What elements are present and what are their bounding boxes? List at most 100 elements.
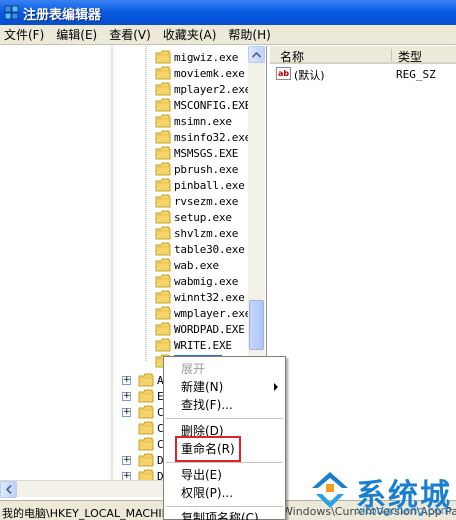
- tree-item[interactable]: moviemk.exe: [155, 65, 245, 81]
- tree-item-label: pinball.exe: [174, 178, 245, 192]
- tree-item[interactable]: pinball.exe: [155, 177, 245, 193]
- scroll-up-button[interactable]: [248, 46, 265, 63]
- rename-highlight-box: [175, 436, 241, 462]
- tree-item-label: mplayer2.exe: [174, 82, 252, 96]
- folder-icon: [155, 274, 171, 288]
- chevron-up-icon: [252, 51, 261, 58]
- folder-icon: [155, 210, 171, 224]
- title-bar: 注册表编辑器: [0, 0, 456, 25]
- tree-item-label: WRITE.EXE: [174, 338, 232, 352]
- menu-help[interactable]: 帮助(H): [222, 26, 276, 43]
- tree-item[interactable]: D: [138, 452, 164, 468]
- tree-item[interactable]: wab.exe: [155, 257, 219, 273]
- submenu-arrow-icon: [274, 383, 278, 391]
- folder-icon: [155, 194, 171, 208]
- tree-item[interactable]: wabmig.exe: [155, 273, 238, 289]
- tree-item[interactable]: msinfo32.exe: [155, 129, 251, 145]
- tree-item[interactable]: pbrush.exe: [155, 161, 238, 177]
- tree-item-label: winnt32.exe: [174, 290, 245, 304]
- registry-editor-icon: [4, 5, 19, 20]
- menu-item-copy-key-name[interactable]: 复制项名称(C): [164, 509, 285, 520]
- tree-item[interactable]: E: [138, 388, 164, 404]
- menu-item-expand[interactable]: 展开: [164, 360, 285, 378]
- tree-item[interactable]: C: [138, 436, 164, 452]
- column-divider[interactable]: [391, 49, 392, 61]
- tree-item-label: shvlzm.exe: [174, 226, 239, 240]
- folder-icon: [138, 373, 154, 387]
- menu-item-new-label: 新建(N): [181, 380, 224, 394]
- tree-item[interactable]: mplayer2.exe: [155, 81, 251, 97]
- tree-item[interactable]: C: [138, 404, 164, 420]
- tree-item[interactable]: wmplayer.exe: [155, 305, 251, 321]
- folder-icon: [155, 338, 171, 352]
- tree-item-label: moviemk.exe: [174, 66, 245, 80]
- values-list[interactable]: 名称 类型 ab (默认) REG_SZ: [270, 46, 456, 480]
- tree-item-label: setup.exe: [174, 210, 232, 224]
- folder-icon: [155, 178, 171, 192]
- menu-file[interactable]: 文件(F): [0, 26, 50, 43]
- tree-item-label: MSMSGS.EXE: [174, 146, 239, 160]
- folder-icon: [138, 389, 154, 403]
- tree-item[interactable]: MSCONFIG.EXE: [155, 97, 251, 113]
- scroll-left-button[interactable]: [0, 481, 17, 498]
- folder-icon: [138, 421, 154, 435]
- tree-item[interactable]: C: [138, 420, 164, 436]
- folder-icon: [155, 258, 171, 272]
- tree-item[interactable]: D: [138, 468, 164, 480]
- folder-icon: [138, 453, 154, 467]
- folder-icon: [138, 437, 154, 451]
- menu-item-permissions[interactable]: 权限(P)...: [164, 484, 285, 502]
- menu-item-new[interactable]: 新建(N): [164, 378, 285, 396]
- column-header-name[interactable]: 名称: [280, 48, 304, 65]
- menu-item-find[interactable]: 查找(F)...: [164, 396, 285, 414]
- folder-icon: [155, 290, 171, 304]
- watermark: 系统城 xitongcheng.com: [308, 466, 456, 520]
- tree-item[interactable]: setup.exe: [155, 209, 232, 225]
- tree-item[interactable]: WRITE.EXE: [155, 337, 232, 353]
- tree-item-label: msinfo32.exe: [174, 130, 252, 144]
- folder-icon: [155, 226, 171, 240]
- tree-item[interactable]: rvsezm.exe: [155, 193, 238, 209]
- menu-view[interactable]: 查看(V): [103, 26, 157, 43]
- folder-icon: [155, 66, 171, 80]
- scroll-thumb[interactable]: [249, 300, 264, 350]
- folder-icon: [155, 306, 171, 320]
- tree-item[interactable]: table30.exe: [155, 241, 245, 257]
- folder-icon: [155, 130, 171, 144]
- tree-item-label: rvsezm.exe: [174, 194, 239, 208]
- string-value-icon: ab: [276, 67, 291, 80]
- folder-icon: [138, 405, 154, 419]
- expand-toggle-icon[interactable]: +: [122, 408, 131, 417]
- menu-separator: [166, 506, 283, 507]
- tree-item-label: MSCONFIG.EXE: [174, 98, 252, 112]
- list-item[interactable]: ab (默认) REG_SZ: [270, 66, 456, 83]
- folder-icon: [138, 469, 154, 480]
- tree-item[interactable]: WORDPAD.EXE: [155, 321, 245, 337]
- expand-toggle-icon[interactable]: +: [122, 456, 131, 465]
- expand-toggle-icon[interactable]: +: [122, 472, 131, 480]
- tree-item-label: migwiz.exe: [174, 50, 239, 64]
- tree-item[interactable]: MSMSGS.EXE: [155, 145, 238, 161]
- tree-item[interactable]: migwiz.exe: [155, 49, 238, 65]
- folder-icon: [155, 322, 171, 336]
- watermark-url: xitongcheng.com: [356, 504, 452, 517]
- folder-icon: [155, 162, 171, 176]
- window-title: 注册表编辑器: [23, 8, 102, 23]
- tree-item-label: msimn.exe: [174, 114, 232, 128]
- menu-item-export[interactable]: 导出(E): [164, 466, 285, 484]
- tree-item[interactable]: A: [138, 372, 164, 388]
- folder-icon: [155, 98, 171, 112]
- menu-favorites[interactable]: 收藏夹(A): [157, 26, 223, 43]
- tree-item-label: wmplayer.exe: [174, 306, 252, 320]
- tree-item[interactable]: msimn.exe: [155, 113, 232, 129]
- expand-toggle-icon[interactable]: +: [122, 392, 131, 401]
- tree-item[interactable]: winnt32.exe: [155, 289, 245, 305]
- menu-edit[interactable]: 编辑(E): [50, 26, 103, 43]
- tree-item-label: wabmig.exe: [174, 274, 239, 288]
- expand-toggle-icon[interactable]: +: [122, 376, 131, 385]
- folder-icon: [155, 146, 171, 160]
- tree-item[interactable]: shvlzm.exe: [155, 225, 238, 241]
- tree-item-label: pbrush.exe: [174, 162, 239, 176]
- column-header-type[interactable]: 类型: [398, 48, 422, 65]
- menu-separator: [166, 462, 283, 463]
